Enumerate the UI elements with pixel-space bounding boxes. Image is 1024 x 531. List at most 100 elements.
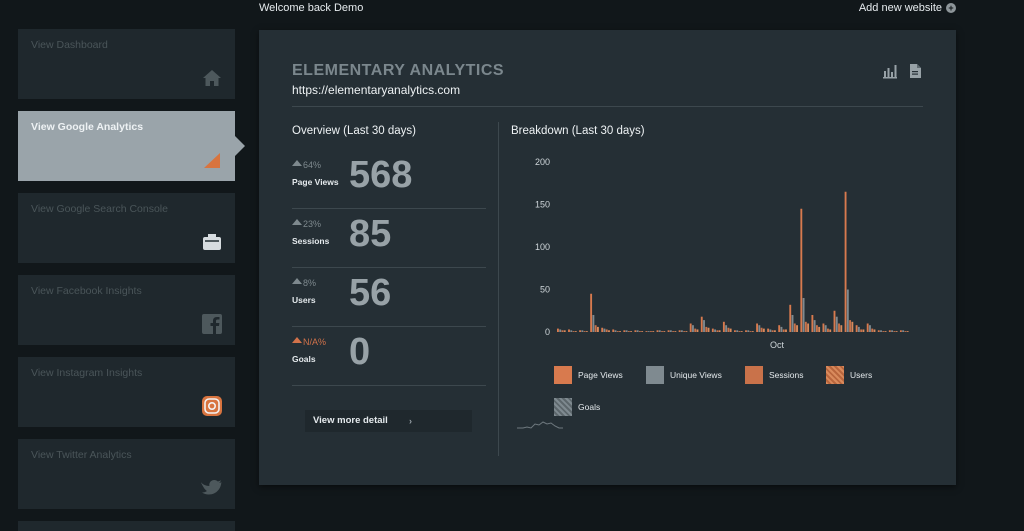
bar-unique-views[interactable] [658, 330, 661, 332]
bar-unique-views[interactable] [769, 329, 772, 332]
bar-page-views[interactable] [557, 328, 559, 332]
bar-unique-views[interactable] [614, 330, 617, 332]
add-website-link[interactable]: Add new website + [859, 2, 956, 14]
bar-page-views[interactable] [899, 330, 902, 332]
bar-page-views[interactable] [745, 330, 747, 332]
bar-page-views[interactable] [855, 325, 858, 332]
bar-users[interactable] [596, 326, 599, 332]
bar-page-views[interactable] [822, 323, 825, 333]
bar-sessions[interactable] [749, 331, 752, 332]
bar-unique-views[interactable] [592, 315, 595, 332]
bar-page-views[interactable] [590, 293, 593, 332]
bar-unique-views[interactable] [680, 330, 683, 332]
bar-unique-views[interactable] [869, 325, 871, 332]
bar-sessions[interactable] [716, 330, 719, 332]
sidebar-item-facebook[interactable]: View Facebook Insights [18, 275, 235, 345]
bar-unique-views[interactable] [647, 331, 650, 332]
bar-users[interactable] [585, 331, 588, 332]
bar-users[interactable] [873, 329, 876, 332]
bar-unique-views[interactable] [747, 330, 750, 332]
bar-unique-views[interactable] [824, 325, 827, 332]
legend-unique-views[interactable]: Unique Views [646, 366, 722, 384]
bar-users[interactable] [840, 325, 843, 332]
bar-users[interactable] [608, 330, 610, 332]
bar-sessions[interactable] [904, 331, 907, 332]
bar-sessions[interactable] [661, 331, 663, 332]
bar-users[interactable] [751, 331, 754, 332]
bar-users[interactable] [630, 331, 633, 332]
bar-sessions[interactable] [893, 331, 896, 332]
legend-goals[interactable]: Goals [554, 398, 600, 416]
bar-page-views[interactable] [866, 323, 869, 333]
bar-page-views[interactable] [623, 330, 626, 332]
bar-users[interactable] [807, 323, 810, 333]
bar-unique-views[interactable] [802, 298, 805, 332]
bar-users[interactable] [818, 326, 821, 332]
bar-sessions[interactable] [760, 327, 763, 332]
legend-sessions[interactable]: Sessions [745, 366, 804, 384]
bar-users[interactable] [762, 328, 765, 332]
sidebar-item-google-analytics[interactable]: View Google Analytics [18, 111, 245, 181]
bar-users[interactable] [619, 331, 621, 332]
bar-unique-views[interactable] [559, 329, 562, 332]
bar-users[interactable] [729, 328, 732, 332]
bar-page-views[interactable] [756, 323, 758, 333]
bar-page-views[interactable] [667, 330, 670, 332]
bar-page-views[interactable] [612, 329, 615, 332]
bar-unique-views[interactable] [692, 325, 694, 332]
bar-sessions[interactable] [672, 331, 675, 332]
view-more-detail-button[interactable]: View more detail › [305, 410, 472, 432]
bar-sessions[interactable] [616, 331, 619, 332]
bar-users[interactable] [663, 331, 666, 332]
bar-unique-views[interactable] [780, 326, 783, 332]
bar-sessions[interactable] [561, 330, 564, 332]
bar-users[interactable] [740, 331, 743, 332]
bar-page-views[interactable] [888, 330, 891, 332]
bar-page-views[interactable] [568, 329, 570, 332]
bar-users[interactable] [674, 331, 677, 332]
bar-unique-views[interactable] [880, 330, 882, 332]
bar-page-views[interactable] [678, 330, 681, 332]
bar-users[interactable] [906, 331, 909, 332]
bar-users[interactable] [796, 325, 798, 332]
bar-users[interactable] [563, 330, 566, 332]
bar-users[interactable] [707, 327, 710, 332]
bar-users[interactable] [773, 330, 776, 332]
sidebar-item-instagram[interactable]: View Instagram Insights [18, 357, 235, 427]
bar-sessions[interactable] [882, 331, 885, 332]
bar-page-views[interactable] [634, 330, 637, 332]
pdf-export-icon[interactable] [907, 63, 923, 79]
bar-unique-views[interactable] [736, 330, 739, 332]
bar-sessions[interactable] [815, 325, 818, 332]
bar-sessions[interactable] [793, 323, 796, 333]
bar-sessions[interactable] [705, 326, 708, 332]
bar-page-views[interactable] [645, 331, 648, 332]
bar-users[interactable] [884, 331, 887, 332]
bar-unique-views[interactable] [703, 320, 705, 332]
bar-unique-views[interactable] [902, 330, 905, 332]
bar-unique-views[interactable] [846, 289, 849, 333]
sidebar-item-dashboard[interactable]: View Dashboard [18, 29, 235, 99]
bar-unique-views[interactable] [636, 330, 639, 332]
bar-unique-views[interactable] [581, 330, 584, 332]
bar-sessions[interactable] [827, 328, 829, 332]
bar-page-views[interactable] [767, 328, 770, 332]
bar-users[interactable] [851, 321, 854, 332]
bar-users[interactable] [574, 331, 577, 332]
bar-unique-views[interactable] [791, 315, 794, 332]
bar-sessions[interactable] [782, 329, 785, 332]
bar-sessions[interactable] [727, 327, 730, 332]
bar-page-views[interactable] [734, 330, 736, 332]
bar-page-views[interactable] [689, 323, 692, 333]
bar-page-views[interactable] [722, 321, 725, 332]
bar-unique-views[interactable] [857, 326, 860, 332]
bar-sessions[interactable] [583, 331, 586, 332]
bar-sessions[interactable] [638, 331, 641, 332]
sidebar-item-twitter[interactable]: View Twitter Analytics [18, 439, 235, 509]
bar-sessions[interactable] [871, 328, 874, 332]
bar-chart-export-icon[interactable] [882, 63, 898, 79]
bar-unique-views[interactable] [813, 320, 816, 332]
bar-page-views[interactable] [778, 325, 781, 332]
bar-sessions[interactable] [804, 321, 807, 332]
bar-users[interactable] [718, 330, 721, 332]
